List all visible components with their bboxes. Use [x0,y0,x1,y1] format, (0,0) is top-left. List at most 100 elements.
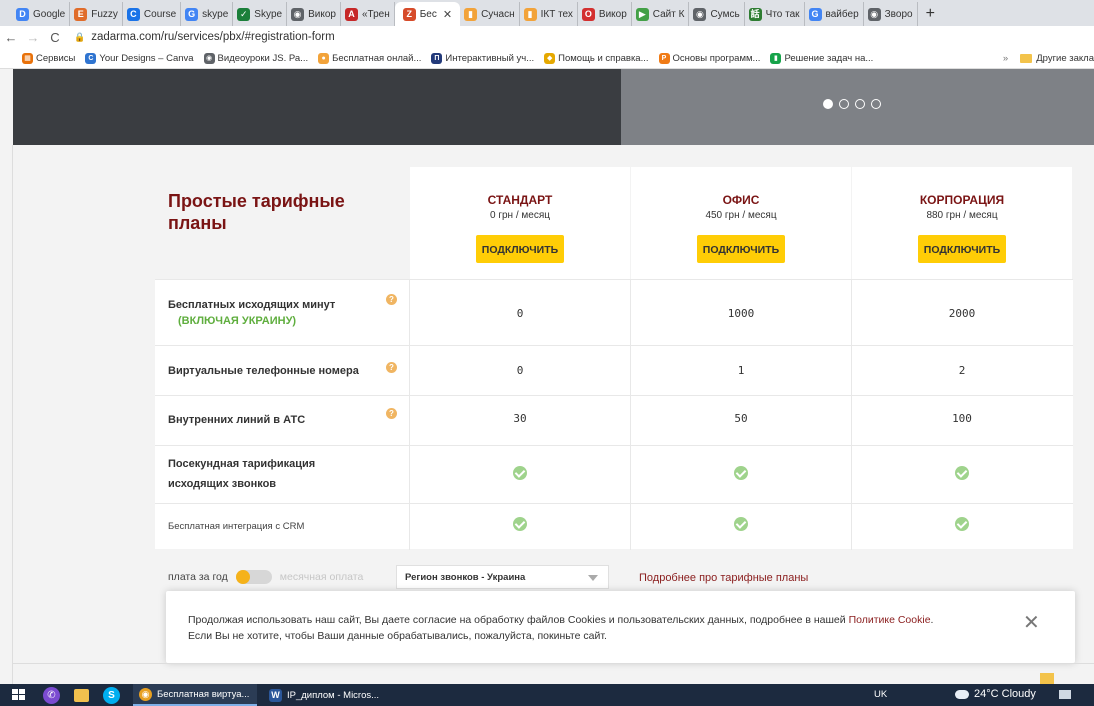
address-bar[interactable]: zadarma.com/ru/services/pbx/#registratio… [91,31,335,43]
browser-tab[interactable]: 話 Что так [745,2,805,26]
browser-tab[interactable]: C Course [123,2,182,26]
taskbar-app-chrome[interactable]: ◉ Бесплатная виртуа... [133,684,257,706]
skype-icon[interactable]: S [103,686,120,704]
row-label: Бесплатных исходящих минут (ВКЛЮЧАЯ УКРАИ… [168,299,336,327]
connect-button-corporation[interactable]: ПОДКЛЮЧИТЬ [917,235,1007,263]
bookmark-item[interactable]: ● Бесплатная онлай... [318,52,421,64]
billing-toggle[interactable] [235,570,272,584]
google-icon: G [185,7,199,21]
table-row-per-second-billing: Посекундная тарификация исходящих звонко… [155,445,1073,504]
globe-icon: ◉ [867,7,881,21]
browser-tab[interactable]: ✓ Skype [233,2,288,26]
bookmark-item[interactable]: Р Основы программ... [658,52,761,64]
browser-tab[interactable]: Gskype [181,2,234,26]
bookmark-item[interactable]: ▦ Сервисы [22,52,75,64]
weather-widget[interactable]: 24°C Cloudy [974,688,1036,700]
browser-tab[interactable]: ◉ Зворо [864,2,918,26]
pricing-title: Простые тарифные планы [168,191,345,233]
notification-icon[interactable] [1059,690,1071,699]
page-edge-line [12,145,13,684]
column-divider [409,446,410,504]
table-cell: 1 [737,364,745,377]
browser-tab[interactable]: D Google [12,2,71,26]
carousel-dot-2[interactable] [839,99,849,109]
cookie-text: Продолжая использовать наш сайт, Вы дает… [188,614,934,642]
floating-widget-icon[interactable] [1040,673,1054,684]
windows-taskbar: ✆ S ◉ Бесплатная виртуа... W IP_диплом - M… [0,684,1094,706]
yearly-billing-label[interactable]: плата за год [168,571,228,583]
forward-button[interactable]: → [22,30,44,45]
tab-close-icon[interactable]: ✕ [443,8,452,21]
browser-tab[interactable]: E Fuzzy [70,2,123,26]
table-cell: 100 [952,412,972,425]
plan-name: ОФИС [722,193,760,207]
bookmark-label: Помощь и справка... [558,52,649,64]
plan-header-standard: СТАНДАРТ 0 грн / месяц ПОДКЛЮЧИТЬ [410,167,630,279]
column-divider [409,504,410,550]
help-icon[interactable]: ? [386,408,397,419]
tab-title: Викор [308,8,336,20]
other-bookmarks-folder[interactable]: Другие закла [1014,53,1094,64]
screen: D Google E Fuzzy C Course Gskype ✓ Skype ◉ Викор A «… [0,0,1094,706]
table-cell: 30 [513,412,527,425]
cookie-policy-link[interactable]: Политике Cookie [849,614,931,626]
bookmark-item[interactable]: ▮ Решение задач на... [770,52,873,64]
tab-title: Fuzzy [91,8,118,20]
check-icon [513,517,527,531]
tab-title: вайбер [825,8,859,20]
file-explorer-icon[interactable] [74,688,89,702]
connect-button-office[interactable]: ПОДКЛЮЧИТЬ [696,235,786,263]
browser-tab[interactable]: ◉ Сумсь [689,2,745,26]
globe-icon: ◉ [693,7,707,21]
browser-tab[interactable]: A «Трен [341,2,395,26]
e-letter-icon: E [74,7,88,21]
help-icon[interactable]: ? [386,294,397,305]
carousel-dot-1[interactable] [823,99,833,109]
windows-start-icon[interactable] [12,689,26,701]
browser-tab[interactable]: ▮ Сучасн [460,2,520,26]
monthly-billing-label[interactable]: месячная оплата [280,571,364,583]
help-icon[interactable]: ? [386,362,397,373]
plan-price: 450 грн / месяц [705,210,777,221]
billing-period-switch: плата за год месячная оплата [168,570,363,584]
bookmark-item[interactable]: П Интерактивный уч... [431,52,535,64]
browser-tab-strip: D Google E Fuzzy C Course Gskype ✓ Skype ◉ Викор A «… [0,0,1094,26]
cloud-icon [955,690,969,699]
carousel-dot-4[interactable] [871,99,881,109]
close-icon[interactable]: ✕ [1023,613,1040,633]
back-button[interactable]: ← [0,30,22,45]
table-cell: 1000 [727,307,755,320]
tab-title: Google [33,8,66,20]
taskbar-app-label: Бесплатная виртуа... [157,688,250,700]
tab-title: Сайт К [652,8,685,20]
bookmarks-bar: ▦ Сервисы C Your Designs – Canva ◉ Видеоуроки… [0,48,1094,69]
tariff-details-link[interactable]: Подробнее про тарифные планы [639,572,808,584]
taskbar-app-word[interactable]: W IP_диплом - Micros... [263,684,387,706]
connect-button-standard[interactable]: ПОДКЛЮЧИТЬ [475,235,565,263]
bookmark-label: Основы программ... [672,52,761,64]
bookmarks-overflow-button[interactable]: » [1003,53,1008,64]
viber-icon[interactable]: ✆ [43,686,60,704]
browser-tab[interactable]: Gвайбер [805,2,864,26]
browser-tab[interactable]: O Викор [578,2,632,26]
region-select[interactable]: Регион звонков - Украина [396,565,609,589]
carousel-dot-3[interactable] [855,99,865,109]
table-cell: 2000 [948,307,976,320]
new-tab-button[interactable]: + [918,2,943,26]
bookmark-item[interactable]: ◉ Видеоуроки JS. Ра... [203,52,308,64]
table-row-crm-integration: Бесплатная интеграция с CRM [155,503,1073,550]
check-icon [955,517,969,531]
table-row-virtual-numbers: Виртуальные телефонные номера ? 0 1 2 [155,345,1073,396]
google-icon: G [808,7,822,21]
bookmark-item[interactable]: C Your Designs – Canva [85,52,194,64]
bookmark-label: Интерактивный уч... [445,52,535,64]
browser-tab[interactable]: ▮ ІКТ тех [520,2,578,26]
browser-tab[interactable]: Z Бес ✕ [394,2,461,26]
bookmark-item[interactable]: ◆ Помощь и справка... [544,52,649,64]
row-label: Посекундная тарификация исходящих звонко… [168,458,316,490]
browser-tab[interactable]: ▶ Сайт К [632,2,690,26]
browser-tab[interactable]: ◉ Викор [287,2,341,26]
reload-button[interactable]: C [44,30,66,45]
language-indicator[interactable]: UK [874,689,887,700]
table-cell: 2 [958,364,966,377]
